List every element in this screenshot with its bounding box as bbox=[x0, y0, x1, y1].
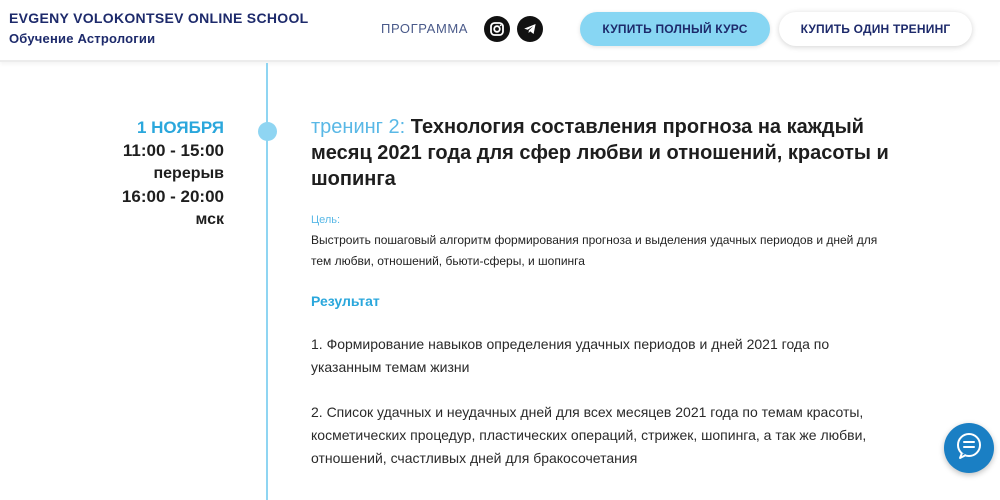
goal-label: Цель: bbox=[311, 214, 341, 226]
nav-program-link[interactable]: ПРОГРАММА bbox=[381, 21, 468, 36]
chat-bubble-icon bbox=[954, 431, 984, 466]
brand-name: EVGENY VOLOKONTSEV ONLINE SCHOOL bbox=[9, 10, 309, 26]
result-item: 1. Формирование навыков определения удач… bbox=[311, 336, 830, 375]
schedule-timezone: мск bbox=[195, 211, 224, 228]
instagram-icon[interactable] bbox=[484, 16, 510, 42]
brand-subtitle: Обучение Астрологии bbox=[9, 31, 156, 46]
training-prefix: тренинг 2: bbox=[311, 116, 406, 138]
training-content: тренинг 2: Технология составления прогно… bbox=[311, 114, 891, 470]
schedule-date: 1 НОЯБРЯ bbox=[136, 118, 224, 137]
chat-widget-button[interactable] bbox=[944, 423, 994, 473]
buy-one-training-button[interactable]: КУПИТЬ ОДИН ТРЕНИНГ bbox=[779, 12, 972, 46]
result-item: 2. Список удачных и неудачных дней для в… bbox=[311, 404, 867, 466]
timeline-dot bbox=[258, 122, 277, 141]
training-title: тренинг 2: Технология составления прогно… bbox=[311, 114, 891, 192]
schedule-time-2: 16:00 - 20:00 bbox=[121, 187, 224, 206]
site-header: EVGENY VOLOKONTSEV ONLINE SCHOOL Обучени… bbox=[0, 0, 1000, 62]
goal-text: Выстроить пошаговый алгоритм формировани… bbox=[311, 233, 878, 268]
schedule-time-1: 11:00 - 15:00 bbox=[122, 141, 224, 160]
schedule-block: 1 НОЯБРЯ 11:00 - 15:00 перерыв 16:00 - 2… bbox=[122, 116, 224, 231]
brand-logo[interactable]: EVGENY VOLOKONTSEV ONLINE SCHOOL Обучени… bbox=[9, 10, 309, 46]
result-heading: Результат bbox=[311, 293, 380, 309]
telegram-icon[interactable] bbox=[517, 16, 543, 42]
schedule-break: перерыв bbox=[153, 165, 224, 182]
buy-full-course-button[interactable]: КУПИТЬ ПОЛНЫЙ КУРС bbox=[580, 12, 770, 46]
